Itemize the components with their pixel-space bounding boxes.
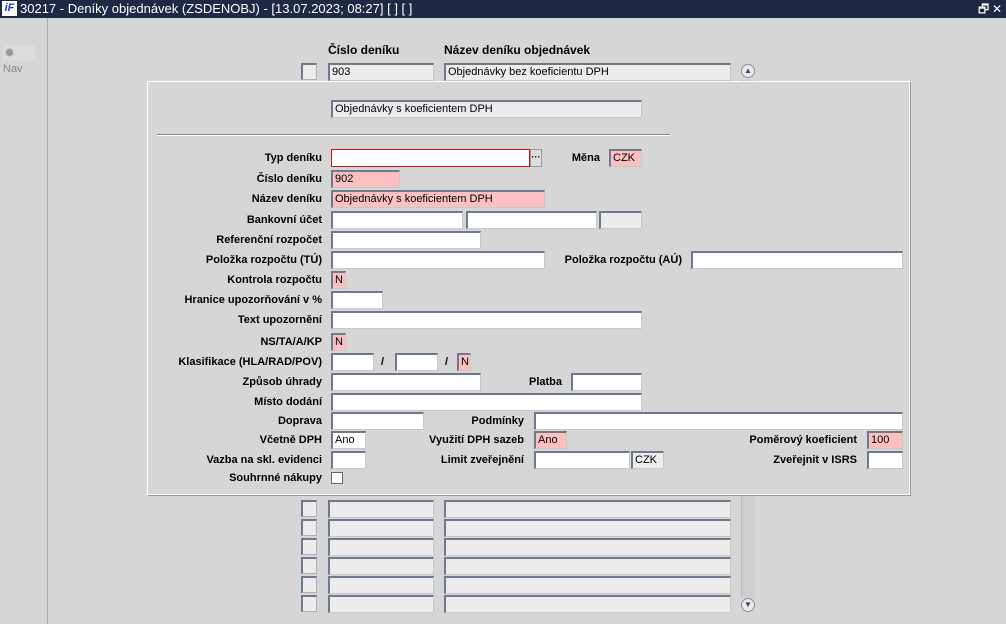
label-typ: Typ deníku [264,152,322,164]
row-selector[interactable] [301,63,317,80]
list-number-field[interactable] [328,538,434,556]
bank-account-field-2[interactable] [466,211,597,229]
app-logo-icon: iF [2,1,17,16]
label-platba: Platba [528,376,562,388]
label-vyuziti: Využití DPH sazeb [429,434,524,446]
row-selector[interactable] [301,595,317,612]
label-podminky: Podmínky [471,415,524,427]
label-cislo: Číslo deníku [256,173,322,185]
label-zverejnit: Zveřejnit v ISRS [773,454,857,466]
misto-dodani-field[interactable] [331,393,642,411]
label-klas: Klasifikace (HLA/RAD/POV) [178,356,322,368]
nazev-deniku-field[interactable]: Objednávky s koeficientem DPH [331,190,545,208]
vazba-field[interactable] [331,451,366,469]
label-bank: Bankovní účet [246,214,322,226]
mena-field[interactable]: CZK [609,149,642,167]
list-number-field[interactable] [328,500,434,518]
scroll-down-button[interactable]: ▼ [741,598,755,612]
label-kontrola: Kontrola rozpočtu [227,274,322,286]
lov-button[interactable]: ··· [530,149,542,167]
row-selector[interactable] [301,519,317,536]
scroll-up-button[interactable]: ▲ [741,64,755,78]
list-number-field[interactable] [328,595,434,613]
list-number-field[interactable] [328,576,434,594]
zverejnit-field[interactable] [867,451,903,469]
klas-pov-field[interactable]: N [457,353,471,371]
row-selector[interactable] [301,500,317,517]
klas-sep: / [445,356,449,368]
label-mena: Měna [571,152,600,164]
row-selector[interactable] [301,576,317,593]
zpusob-uhrady-field[interactable] [331,373,481,391]
ref-budget-field[interactable] [331,231,481,249]
typ-denik-input[interactable] [331,149,530,167]
list-name-field[interactable]: Objednávky bez koeficientu DPH [444,63,731,81]
window-title: 30217 - Deníky objednávek (ZSDENOBJ) - [… [20,1,413,16]
vcetne-dph-field[interactable]: Ano [331,431,366,449]
close-icon[interactable]: ✕ [992,0,1002,18]
label-ref: Referenční rozpočet [216,234,322,246]
label-vazba: Vazba na skl. evidenci [206,454,322,466]
list-name-field[interactable] [444,500,731,518]
left-panel: Nav [0,18,48,624]
label-text: Text upozornění [237,314,322,326]
list-name-field[interactable] [444,519,731,537]
list-number-field[interactable] [328,519,434,537]
label-misto: Místo dodání [254,396,322,408]
cislo-deniku-field[interactable]: 902 [331,170,400,188]
limit-field[interactable] [534,451,630,469]
nav-radio[interactable]: Nav [3,45,35,75]
row-selector[interactable] [301,538,317,555]
ns-field[interactable]: N [331,333,346,351]
text-upozorneni-field[interactable] [331,311,642,329]
separator [157,134,670,136]
label-pol-tu: Položka rozpočtu (TÚ) [205,254,322,266]
row-selector[interactable] [301,557,317,574]
platba-field[interactable] [571,373,642,391]
label-nazev: Název deníku [251,193,322,205]
kontrola-field[interactable]: N [331,271,346,289]
list-number-field[interactable] [328,557,434,575]
label-souhrnne: Souhrnné nákupy [229,472,322,484]
radio-icon [5,48,14,57]
label-hranice: Hranice upozorňování v % [184,294,322,306]
vyuziti-dph-field[interactable]: Ano [534,431,567,449]
column-header-number: Číslo deníku [328,43,400,57]
souhrnne-nakupy-checkbox[interactable] [331,472,343,484]
podminky-field[interactable] [534,412,903,430]
label-vcetne: Včetně DPH [259,434,322,446]
label-doprava: Doprava [277,415,322,427]
klas-rad-field[interactable] [395,353,438,371]
restore-icon[interactable]: 🗗 [978,0,989,18]
klas-hla-field[interactable] [331,353,374,371]
dialog-heading-field: Objednávky s koeficientem DPH [331,100,642,118]
label-limit: Limit zveřejnění [440,454,524,466]
nav-label: Nav [3,63,23,75]
list-name-field[interactable] [444,576,731,594]
klas-sep: / [381,356,385,368]
list-name-field[interactable] [444,538,731,556]
list-number-field[interactable]: 903 [328,63,434,81]
label-ns: NS/TA/A/KP [260,336,322,348]
label-pomer: Poměrový koeficient [749,434,857,446]
list-name-field[interactable] [444,557,731,575]
column-header-name: Název deníku objednávek [444,43,591,57]
hranice-field[interactable] [331,291,383,309]
label-pol-au: Položka rozpočtu (AÚ) [564,254,682,266]
pol-tu-field[interactable] [331,251,545,269]
pol-au-field[interactable] [691,251,903,269]
title-bar: iF 30217 - Deníky objednávek (ZSDENOBJ) … [0,0,1006,18]
bank-account-field[interactable] [331,211,463,229]
bank-code-field[interactable] [599,211,642,229]
pomerovy-koeficient-field[interactable]: 100 [867,431,903,449]
list-name-field[interactable] [444,595,731,613]
label-zpusob: Způsob úhrady [242,376,322,388]
limit-currency-field: CZK [631,451,664,469]
doprava-field[interactable] [331,412,424,430]
